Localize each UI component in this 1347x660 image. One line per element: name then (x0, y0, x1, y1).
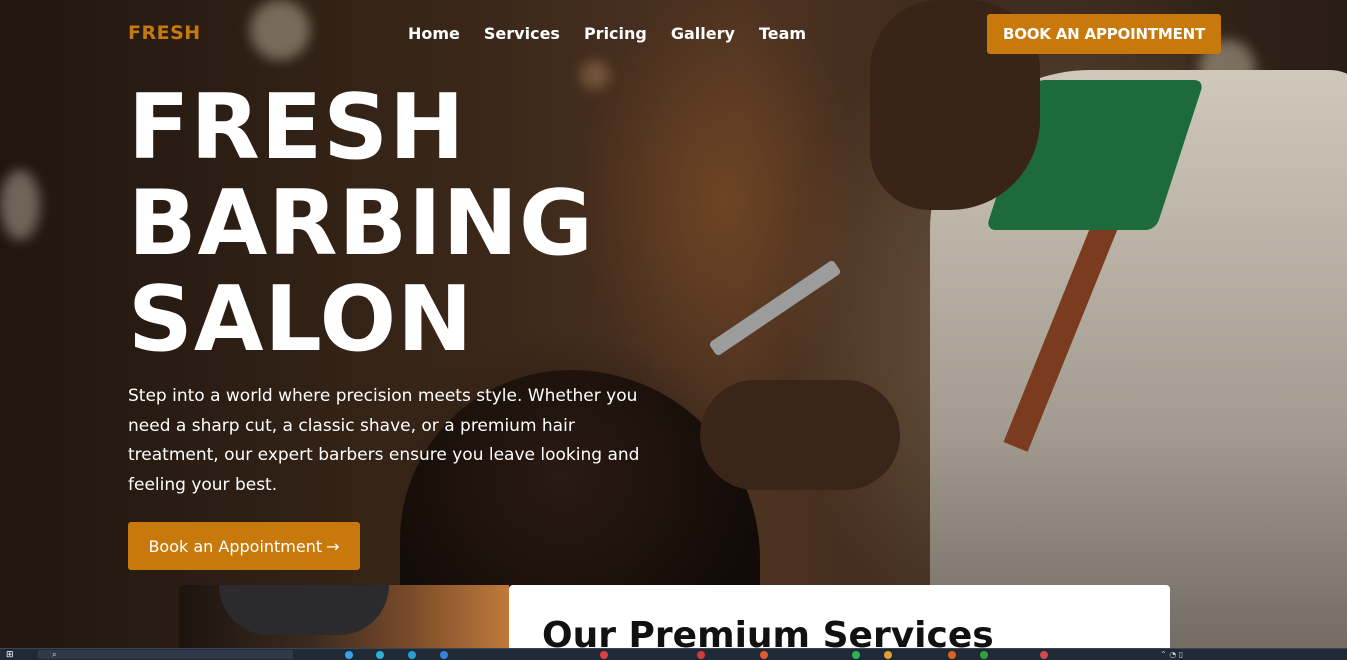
taskbar-app-icon[interactable] (1040, 651, 1048, 659)
comb (708, 259, 842, 357)
taskbar-search-box[interactable]: ⌕ (38, 650, 293, 659)
nav-item-gallery[interactable]: Gallery (671, 24, 735, 43)
nav-item-services[interactable]: Services (484, 24, 560, 43)
nav-item-team[interactable]: Team (759, 24, 806, 43)
book-appointment-hero-button[interactable]: Book an Appointment → (128, 522, 360, 570)
search-icon: ⌕ (52, 650, 57, 659)
taskbar-app-icon[interactable] (760, 651, 768, 659)
services-card: Our Premium Services (509, 585, 1170, 655)
main-nav: Home Services Pricing Gallery Team (408, 24, 806, 43)
hero-cta-label: Book an Appointment (148, 536, 323, 556)
taskbar-app-icon[interactable] (852, 651, 860, 659)
taskbar-app-icon[interactable] (440, 651, 448, 659)
taskbar-app-icon[interactable] (980, 651, 988, 659)
taskbar-app-icon[interactable] (408, 651, 416, 659)
hero-description: Step into a world where precision meets … (128, 386, 640, 495)
system-tray[interactable]: ⌃ ◔ ▯ (1160, 650, 1183, 659)
hero-title: FRESH BARBING SALON (128, 80, 594, 368)
site-logo[interactable]: FRESH (128, 22, 201, 44)
background-light (0, 170, 40, 240)
nav-item-pricing[interactable]: Pricing (584, 24, 647, 43)
taskbar-app-icon[interactable] (948, 651, 956, 659)
book-appointment-header-button[interactable]: BOOK AN APPOINTMENT (987, 14, 1221, 54)
taskbar-app-icon[interactable] (376, 651, 384, 659)
os-taskbar: ⊞ ⌕ ⌃ ◔ ▯ (0, 648, 1347, 660)
hero-title-line: FRESH (128, 75, 466, 180)
background-light (250, 0, 310, 60)
hero-title-line: BARBING (128, 171, 594, 276)
taskbar-app-icon[interactable] (884, 651, 892, 659)
taskbar-app-icon[interactable] (345, 651, 353, 659)
arrow-right-icon: → (326, 536, 340, 556)
nav-item-home[interactable]: Home (408, 24, 460, 43)
barber-hand (700, 380, 900, 490)
beanie-hat (219, 585, 389, 635)
services-photo (179, 585, 509, 655)
hero-title-line: SALON (128, 267, 474, 372)
taskbar-app-icon[interactable] (600, 651, 608, 659)
taskbar-app-icon[interactable] (697, 651, 705, 659)
